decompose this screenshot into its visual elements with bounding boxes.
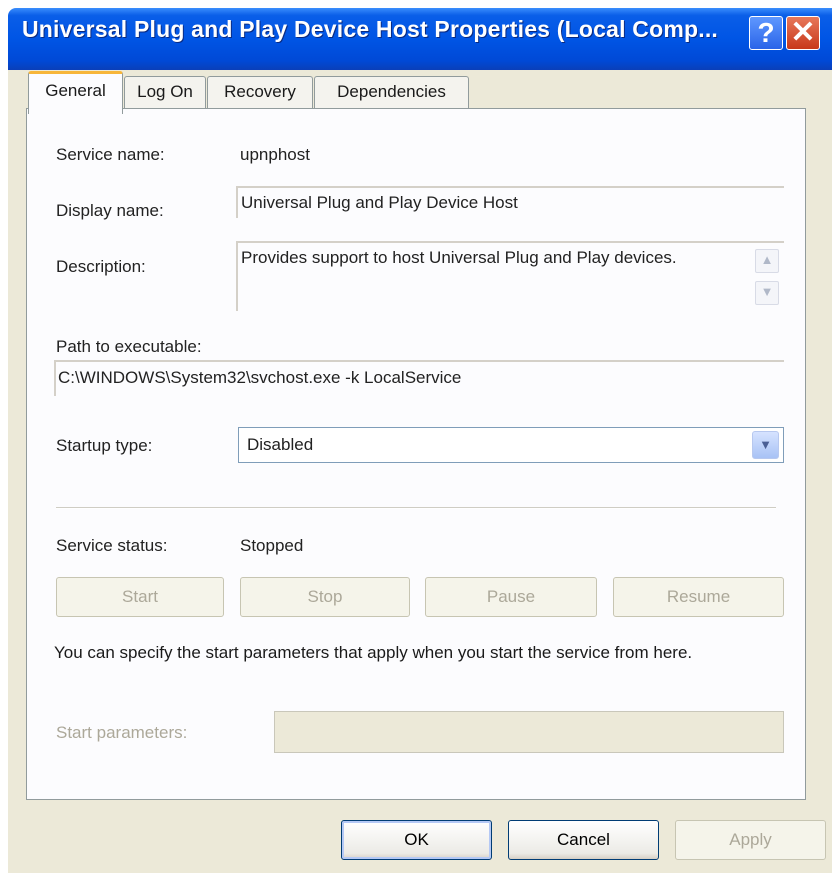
section-divider [56,507,776,509]
service-status-value: Stopped [240,536,304,555]
service-name-label: Service name: [56,145,165,164]
tab-general[interactable]: General [28,71,123,114]
cancel-button[interactable]: Cancel [508,820,659,860]
startup-type-label: Startup type: [56,436,153,455]
display-name-value: Universal Plug and Play Device Host [241,193,518,212]
start-parameters-help-text: You can specify the start parameters tha… [54,643,693,662]
window-title: Universal Plug and Play Device Host Prop… [22,16,719,42]
scroll-up-button[interactable]: ▲ [755,249,779,273]
chevron-down-icon: ▼ [759,437,772,452]
help-button[interactable]: ? [749,16,783,50]
ok-button[interactable]: OK [341,820,492,860]
scroll-up-icon: ▲ [760,252,774,267]
close-icon: ✕ [790,16,816,49]
display-name-field[interactable]: Universal Plug and Play Device Host [236,186,784,218]
resume-button[interactable]: Resume [613,577,784,617]
description-value: Provides support to host Universal Plug … [241,248,677,267]
tab-dependencies[interactable]: Dependencies [314,76,469,109]
startup-type-select[interactable]: Disabled [238,427,784,463]
start-button[interactable]: Start [56,577,224,617]
path-field[interactable]: C:\WINDOWS\System32\svchost.exe -k Local… [54,360,784,396]
start-parameters-input[interactable] [274,711,784,753]
stop-button[interactable]: Stop [240,577,410,617]
start-parameters-label: Start parameters: [56,723,188,742]
close-button[interactable]: ✕ [786,16,820,50]
tab-recovery[interactable]: Recovery [207,76,313,109]
scroll-down-icon: ▼ [760,284,774,299]
display-name-label: Display name: [56,201,164,220]
path-value: C:\WINDOWS\System32\svchost.exe -k Local… [58,368,462,387]
description-label: Description: [56,257,146,276]
startup-type-value: Disabled [247,435,314,454]
tab-log-on[interactable]: Log On [124,76,206,109]
service-status-label: Service status: [56,536,168,555]
service-name-value: upnphost [240,145,310,164]
startup-type-dropdown-button[interactable]: ▼ [752,431,779,459]
scroll-down-button[interactable]: ▼ [755,281,779,305]
apply-button[interactable]: Apply [675,820,826,860]
path-label: Path to executable: [56,337,202,356]
help-icon: ? [757,17,775,48]
pause-button[interactable]: Pause [425,577,597,617]
description-field[interactable]: Provides support to host Universal Plug … [236,241,784,311]
